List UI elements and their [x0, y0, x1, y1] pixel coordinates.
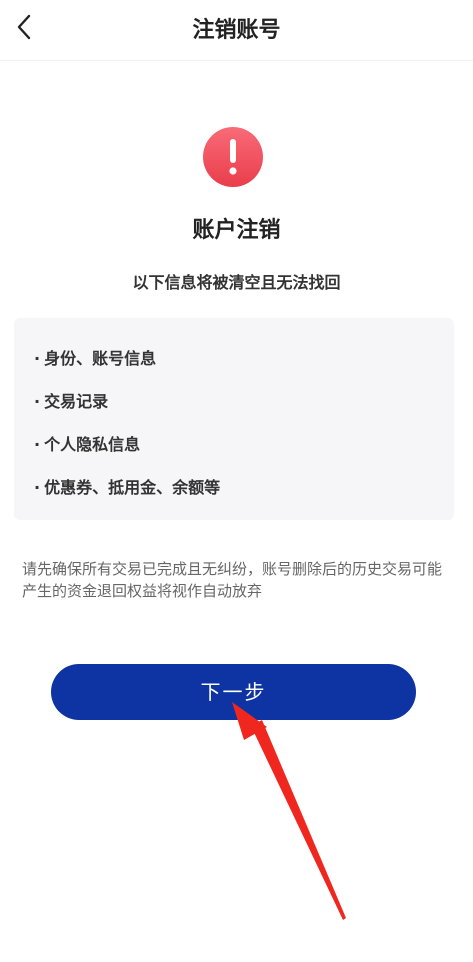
bullet: · — [34, 392, 41, 411]
list-item: · 优惠券、抵用金、余额等 — [34, 474, 220, 498]
list-item-label: 优惠券、抵用金、余额等 — [44, 478, 221, 497]
navigation-bar: 注销账号 — [0, 0, 473, 61]
section-subheading: 以下信息将被清空且无法找回 — [132, 273, 341, 292]
bullet: · — [34, 349, 41, 368]
list-item-label: 交易记录 — [44, 392, 109, 411]
list-item-label: 身份、账号信息 — [44, 349, 157, 368]
next-step-button[interactable]: 下一步 — [51, 664, 416, 720]
list-item-label: 个人隐私信息 — [44, 435, 141, 454]
notice-text: 请先确保所有交易已完成且无纠纷，账号删除后的历史交易可能产生的资金退回权益将视作… — [22, 560, 443, 600]
bullet: · — [34, 478, 41, 497]
list-item: · 身份、账号信息 — [34, 345, 156, 369]
page-title: 注销账号 — [192, 18, 281, 43]
cleared-info-list: · 身份、账号信息 · 交易记录 · 个人隐私信息 · 优惠券、抵用金、余额等 — [14, 318, 454, 520]
list-item: · 个人隐私信息 — [34, 431, 140, 455]
section-heading: 账户注销 — [192, 218, 281, 243]
bullet: · — [34, 435, 41, 454]
list-item: · 交易记录 — [34, 388, 108, 412]
exclamation-circle-icon — [203, 127, 263, 187]
